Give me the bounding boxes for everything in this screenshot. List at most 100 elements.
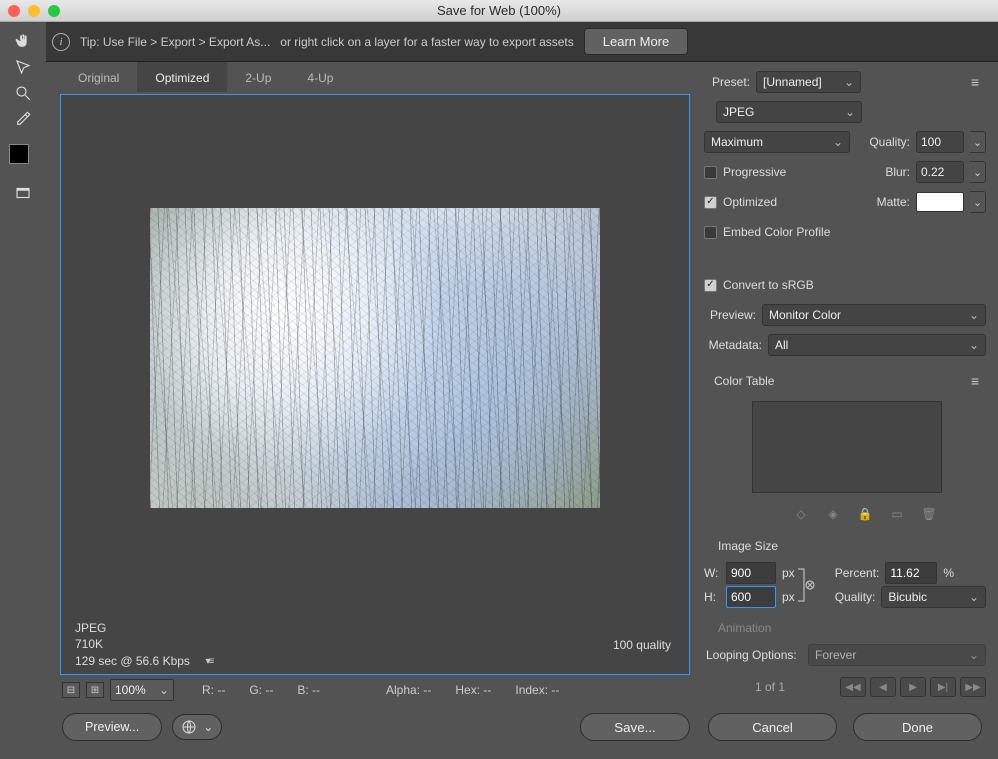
zoom-in-button[interactable]: ⊞: [86, 682, 104, 698]
minimize-window-button[interactable]: [28, 5, 40, 17]
canvas-view[interactable]: [65, 99, 685, 616]
preset-select[interactable]: [Unnamed]: [756, 71, 861, 93]
metadata-select[interactable]: All: [768, 334, 986, 356]
animation-pager: 1 of 1: [704, 680, 836, 694]
info-timing: 129 sec @ 56.6 Kbps: [75, 653, 190, 669]
convert-srgb-label: Convert to sRGB: [723, 278, 814, 292]
matte-color-swatch[interactable]: [916, 192, 964, 212]
optimized-label: Optimized: [723, 195, 777, 209]
info-format: JPEG: [75, 620, 220, 636]
tool-strip: [0, 22, 46, 759]
tab-2up[interactable]: 2-Up: [227, 62, 289, 92]
readout-alpha: Alpha: --: [386, 683, 431, 697]
percent-label: Percent:: [835, 566, 880, 580]
pixel-readout-bar: ⊟ ⊞ 100% R: -- G: -- B: -- Alpha: -- Hex…: [60, 675, 690, 701]
compression-select[interactable]: Maximum: [704, 131, 850, 153]
zoom-select[interactable]: 100%: [110, 679, 174, 701]
color-table-flyout[interactable]: [964, 373, 986, 389]
optimized-checkbox[interactable]: [704, 196, 717, 209]
zoom-out-button[interactable]: ⊟: [62, 682, 80, 698]
height-px: px: [782, 590, 795, 604]
slice-select-tool[interactable]: [0, 54, 46, 80]
format-select[interactable]: JPEG: [716, 101, 862, 123]
tip-text-suffix: or right click on a layer for a faster w…: [280, 35, 573, 49]
anim-play-button[interactable]: ▶: [900, 677, 926, 697]
browser-select[interactable]: [172, 714, 222, 740]
tip-text-prefix: Tip: Use File > Export > Export As...: [80, 35, 270, 49]
learn-more-button[interactable]: Learn More: [584, 28, 688, 55]
preview-profile-select[interactable]: Monitor Color: [762, 304, 986, 326]
close-window-button[interactable]: [8, 5, 20, 17]
blur-label: Blur:: [885, 165, 910, 179]
anim-prev-button[interactable]: ◀: [870, 677, 896, 697]
metadata-label: Metadata:: [704, 338, 762, 352]
percent-suffix: %: [943, 566, 954, 580]
ct-snap-icon[interactable]: ◇: [794, 507, 808, 521]
width-px: px: [782, 566, 795, 580]
window-titlebar: Save for Web (100%): [0, 0, 998, 22]
anim-first-button[interactable]: ◀◀: [840, 677, 866, 697]
readout-b: B: --: [297, 683, 320, 697]
anim-last-button[interactable]: ▶▶: [960, 677, 986, 697]
zoom-tool[interactable]: [0, 80, 46, 106]
resample-quality-select[interactable]: Bicubic: [881, 586, 986, 608]
info-quality: 100 quality: [613, 638, 675, 652]
percent-input[interactable]: [885, 562, 937, 584]
constrain-proportions-icon[interactable]: [796, 563, 816, 610]
width-input[interactable]: [726, 562, 776, 584]
looping-label: Looping Options:: [706, 648, 802, 662]
readout-r: R: --: [202, 683, 225, 697]
cancel-button[interactable]: Cancel: [708, 713, 837, 741]
eyedropper-color-swatch[interactable]: [9, 144, 37, 172]
blur-value[interactable]: 0.22: [916, 161, 964, 183]
matte-menu[interactable]: [970, 191, 986, 213]
quality-label: Quality:: [869, 135, 910, 149]
window-title: Save for Web (100%): [0, 3, 998, 18]
embed-profile-label: Embed Color Profile: [723, 225, 830, 239]
matte-label: Matte:: [877, 195, 910, 209]
readout-g: G: --: [249, 683, 273, 697]
blur-stepper[interactable]: [970, 161, 986, 183]
info-filesize: 710K: [75, 636, 220, 652]
resample-quality-label: Quality:: [835, 590, 876, 604]
convert-srgb-checkbox[interactable]: [704, 279, 717, 292]
info-icon: i: [52, 33, 70, 51]
animation-title: Animation: [718, 621, 986, 635]
preview-pane: Original Optimized 2-Up 4-Up JPEG 710K 1…: [46, 62, 698, 759]
preview-label: Preview:: [704, 308, 756, 322]
toggle-slices-visibility[interactable]: [0, 180, 46, 206]
eyedropper-tool[interactable]: [0, 106, 46, 132]
ct-new-icon[interactable]: ▭: [890, 507, 904, 521]
zoom-window-button[interactable]: [48, 5, 60, 17]
image-size-title: Image Size: [718, 539, 986, 553]
preview-tabs: Original Optimized 2-Up 4-Up: [60, 62, 690, 92]
preview-in-browser-button[interactable]: Preview...: [62, 713, 162, 741]
embed-profile-checkbox[interactable]: [704, 226, 717, 239]
preset-flyout-menu[interactable]: [964, 74, 986, 90]
quality-stepper[interactable]: [970, 131, 986, 153]
height-label: H:: [704, 590, 720, 604]
readout-index: Index: --: [515, 683, 559, 697]
bandwidth-menu[interactable]: [198, 652, 220, 670]
preview-image: [150, 208, 600, 508]
anim-next-button[interactable]: ▶|: [930, 677, 956, 697]
tip-bar: i Tip: Use File > Export > Export As... …: [0, 22, 998, 62]
progressive-label: Progressive: [723, 165, 786, 179]
save-button[interactable]: Save...: [580, 713, 690, 741]
settings-panel: Preset: [Unnamed] JPEG Maximum Quality: …: [698, 62, 998, 759]
color-table-toolbar: ◇ ◈ 🔒 ▭ 🗑: [704, 503, 986, 529]
hand-tool[interactable]: [0, 28, 46, 54]
height-input[interactable]: [726, 586, 776, 608]
progressive-checkbox[interactable]: [704, 166, 717, 179]
tab-optimized[interactable]: Optimized: [137, 62, 227, 92]
preset-label: Preset:: [704, 75, 750, 89]
canvas-frame: JPEG 710K 129 sec @ 56.6 Kbps 100 qualit…: [60, 94, 690, 675]
ct-trash-icon[interactable]: 🗑: [922, 507, 936, 521]
quality-value[interactable]: 100: [916, 131, 964, 153]
tab-4up[interactable]: 4-Up: [289, 62, 351, 92]
done-button[interactable]: Done: [853, 713, 982, 741]
color-table-title: Color Table: [714, 374, 774, 388]
tab-original[interactable]: Original: [60, 62, 137, 92]
ct-shift-icon[interactable]: ◈: [826, 507, 840, 521]
ct-lock-icon[interactable]: 🔒: [858, 507, 872, 521]
